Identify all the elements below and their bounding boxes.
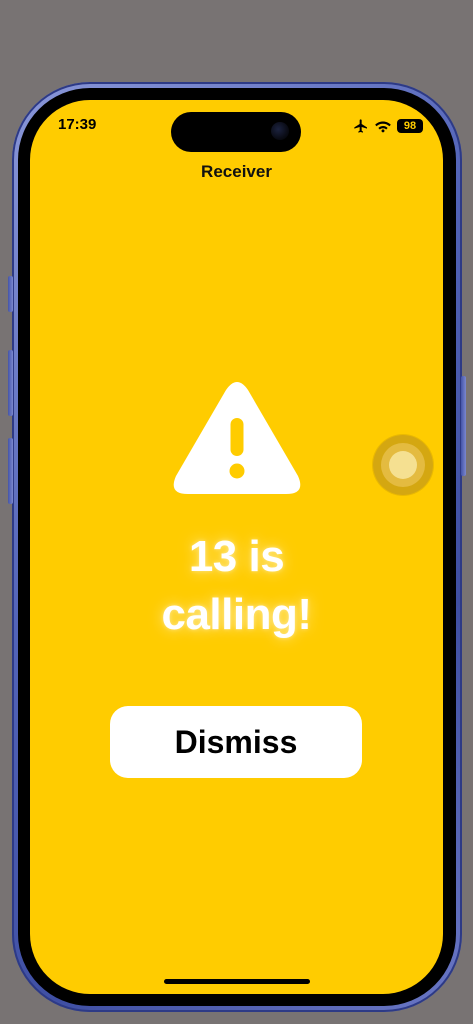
assistive-touch-button[interactable] <box>373 435 433 495</box>
wifi-icon <box>375 121 391 133</box>
airplane-icon <box>354 119 367 133</box>
nav-title: Receiver <box>201 162 272 181</box>
assistive-touch-ring <box>381 443 425 487</box>
calling-headline: 13 is calling! <box>30 528 443 644</box>
battery-icon: 98 <box>397 119 423 133</box>
assistive-touch-core <box>389 451 417 479</box>
status-icons: 98 <box>353 118 423 134</box>
dynamic-island <box>171 112 301 152</box>
status-time: 17:39 <box>58 116 97 133</box>
warning-triangle-icon <box>173 382 301 494</box>
calling-headline-line2: calling! <box>161 590 312 639</box>
dismiss-button[interactable]: Dismiss <box>110 706 362 778</box>
action-button <box>8 276 13 312</box>
volume-up-button <box>8 350 13 416</box>
home-indicator[interactable] <box>164 979 310 984</box>
camera-icon <box>271 122 289 140</box>
power-button <box>461 376 466 476</box>
app-screen: 17:39 98 Receiver 13 is calling! Dismiss <box>30 100 443 994</box>
volume-down-button <box>8 438 13 504</box>
calling-headline-line1: 13 is <box>188 532 285 581</box>
